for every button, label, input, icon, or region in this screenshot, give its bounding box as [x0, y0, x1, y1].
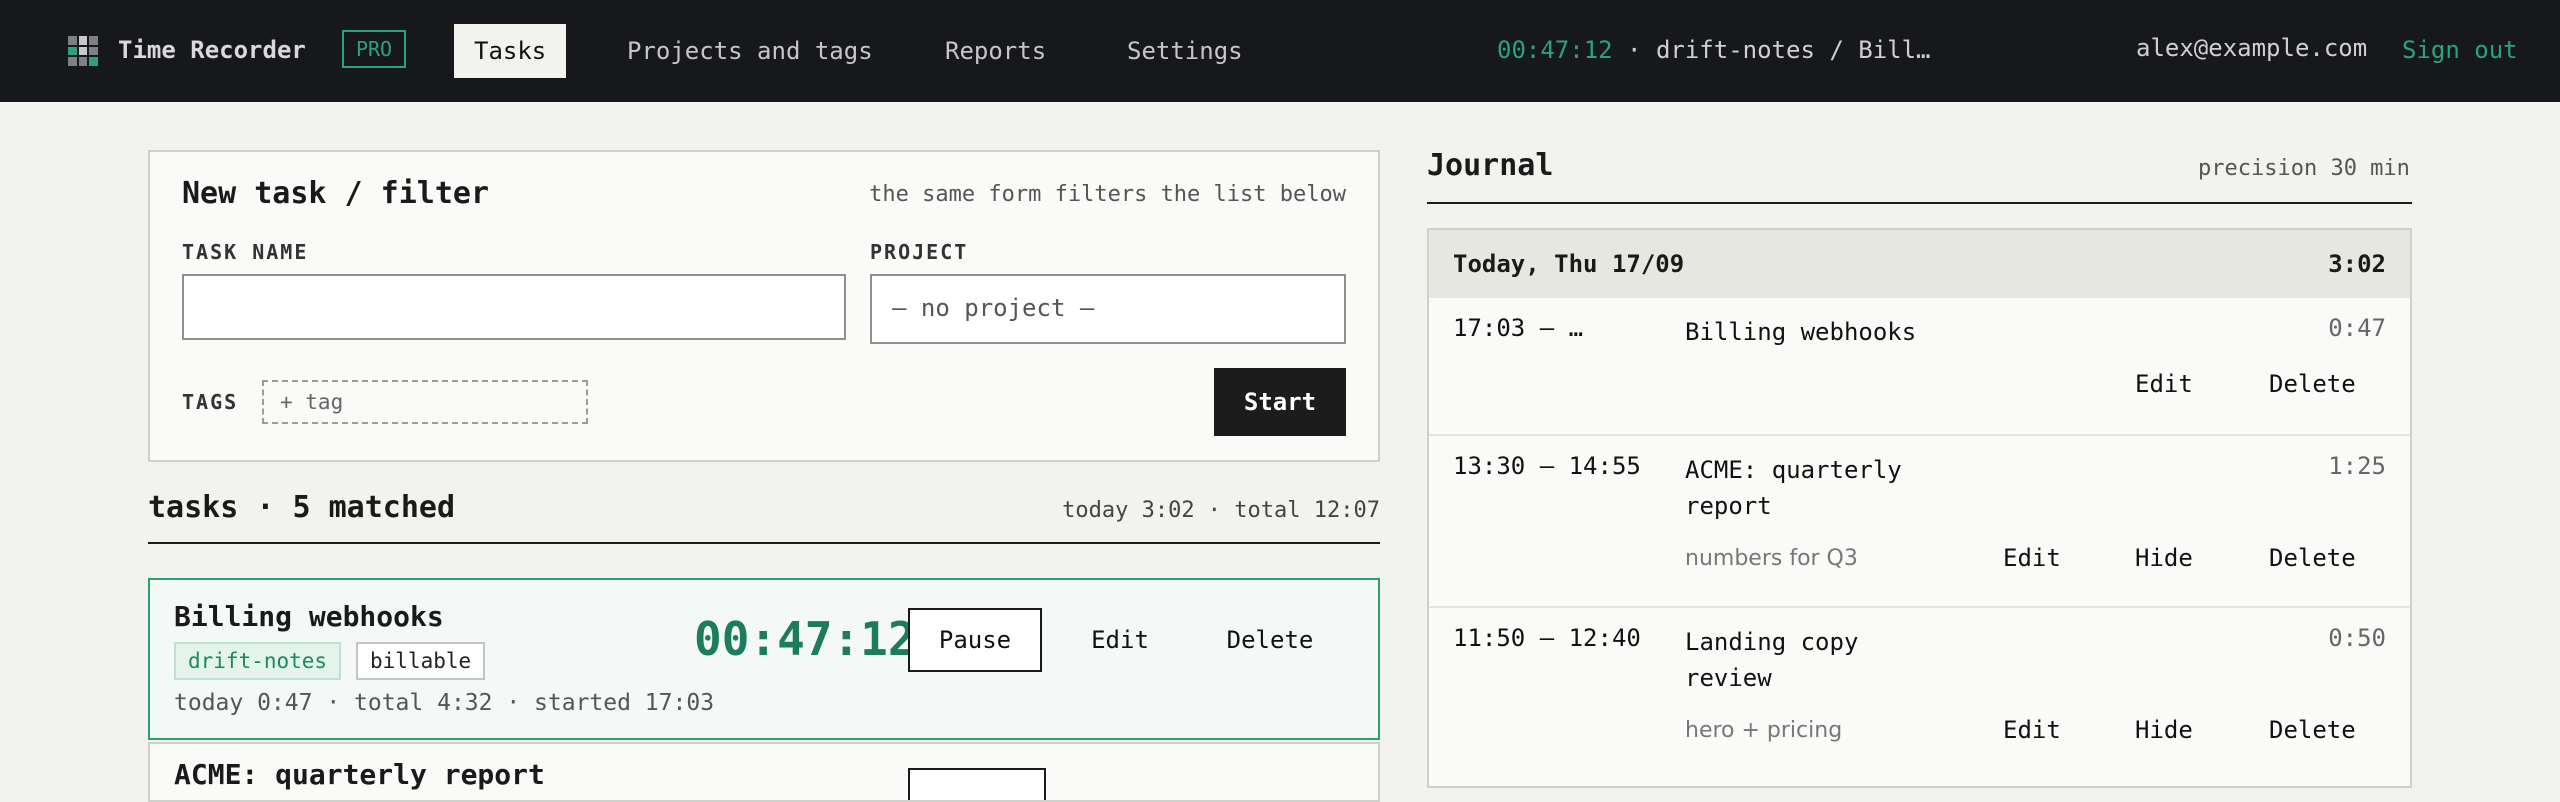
journal-entry: 11:50 – 12:40 Landing copy review 0:50 h… — [1429, 606, 2410, 786]
nav-tab-tasks[interactable]: Tasks — [454, 24, 567, 78]
project-select-value: — no project — — [892, 294, 1095, 322]
entry-time: 13:30 – 14:55 — [1453, 452, 1641, 480]
nav-tab-settings[interactable]: Settings — [1107, 24, 1263, 78]
journal-day-total: 3:02 — [2328, 250, 2386, 278]
tasks-divider — [148, 542, 1380, 544]
top-bar: Time Recorder PRO Tasks Projects and tag… — [0, 0, 2560, 102]
tag-input-placeholder: + tag — [280, 390, 344, 414]
journal-entry: 17:03 – … Billing webhooks 0:47 Edit Del… — [1429, 298, 2410, 434]
user-email: alex@example.com — [2136, 34, 2368, 62]
task-timer: 00:47:12 — [694, 612, 916, 666]
entry-delete-button[interactable]: Delete — [2269, 370, 2356, 398]
tag-input[interactable]: + tag — [262, 380, 588, 424]
entry-title: ACME: quarterly report — [1685, 456, 1902, 520]
nav-tab-projects-and-tags[interactable]: Projects and tags — [607, 24, 893, 78]
journal-divider — [1427, 202, 2412, 204]
task-action-button[interactable] — [908, 768, 1046, 800]
running-timer-separator: · — [1627, 36, 1642, 64]
project-label: PROJECT — [870, 240, 969, 264]
entry-note: numbers for Q3 — [1685, 546, 1858, 571]
journal-day-group: Today, Thu 17/09 3:02 17:03 – … Billing … — [1427, 228, 2412, 788]
form-title: New task / filter — [182, 176, 490, 211]
nav-tab-reports[interactable]: Reports — [925, 24, 1066, 78]
entry-note: hero + pricing — [1685, 718, 1843, 743]
entry-time: 11:50 – 12:40 — [1453, 624, 1641, 652]
tasks-summary: today 3:02 · total 12:07 — [1062, 498, 1380, 523]
journal-day-header: Today, Thu 17/09 3:02 — [1429, 230, 2410, 298]
entry-title: Landing copy review — [1685, 628, 1859, 692]
entry-hide-button[interactable]: Hide — [2135, 716, 2193, 744]
entry-edit-button[interactable]: Edit — [2003, 716, 2061, 744]
task-name-input[interactable] — [182, 274, 846, 340]
edit-button[interactable]: Edit — [1070, 608, 1170, 672]
tags-label: TAGS — [182, 390, 239, 414]
journal-precision: precision 30 min — [2198, 156, 2410, 181]
pro-badge: PRO — [342, 30, 406, 68]
entry-time: 17:03 – … — [1453, 314, 1584, 342]
form-hint: the same form filters the list below — [869, 182, 1346, 207]
entry-title: Billing webhooks — [1685, 318, 1917, 346]
entry-delete-button[interactable]: Delete — [2269, 544, 2356, 572]
task-name: Billing webhooks — [174, 600, 444, 633]
task-meta: today 0:47 · total 4:32 · started 17:03 — [174, 690, 715, 716]
task-card-running: Billing webhooks drift-notes billable to… — [148, 578, 1380, 740]
tasks-heading: tasks · 5 matched — [148, 490, 456, 525]
entry-edit-button[interactable]: Edit — [2003, 544, 2061, 572]
app-title: Time Recorder — [118, 36, 306, 64]
journal-day-label: Today, Thu 17/09 — [1453, 250, 1685, 278]
app-logo-icon — [68, 36, 98, 66]
entry-hide-button[interactable]: Hide — [2135, 544, 2193, 572]
project-chip[interactable]: drift-notes — [174, 642, 342, 680]
entry-duration: 0:47 — [2328, 314, 2386, 342]
entry-delete-button[interactable]: Delete — [2269, 716, 2356, 744]
tag-chip[interactable]: billable — [356, 642, 486, 680]
delete-button[interactable]: Delete — [1210, 608, 1330, 672]
journal-entry: 13:30 – 14:55 ACME: quarterly report 1:2… — [1429, 434, 2410, 608]
running-timer-indicator[interactable]: 00:47:12 · drift-notes / Bill… — [1497, 36, 1931, 64]
entry-duration: 1:25 — [2328, 452, 2386, 480]
task-name-label: TASK NAME — [182, 240, 309, 264]
task-name: ACME: quarterly report — [174, 758, 545, 791]
new-task-form: New task / filter the same form filters … — [148, 150, 1380, 462]
entry-duration: 0:50 — [2328, 624, 2386, 652]
running-timer-time: 00:47:12 — [1497, 36, 1613, 64]
task-card: ACME: quarterly report — [148, 742, 1380, 802]
project-select[interactable]: — no project — — [870, 274, 1346, 344]
start-button[interactable]: Start — [1214, 368, 1346, 436]
sign-out-link[interactable]: Sign out — [2402, 36, 2518, 64]
running-timer-description: drift-notes / Bill… — [1655, 36, 1931, 64]
journal-title: Journal — [1427, 148, 1554, 183]
entry-edit-button[interactable]: Edit — [2135, 370, 2193, 398]
pause-button[interactable]: Pause — [908, 608, 1042, 672]
